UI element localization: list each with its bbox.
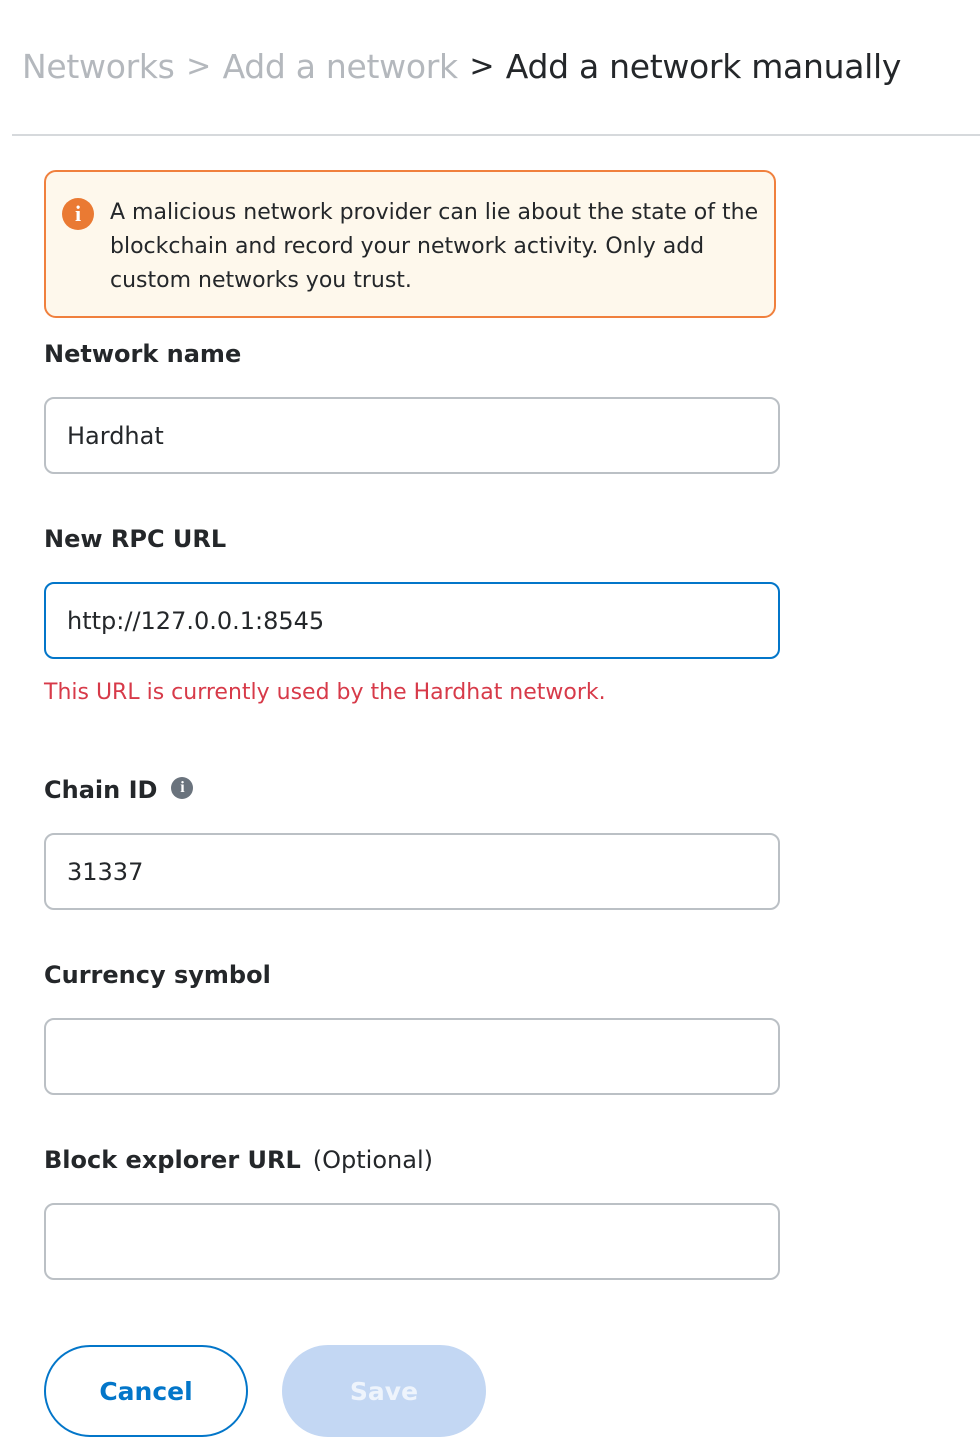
breadcrumb-networks[interactable]: Networks — [22, 47, 175, 86]
cancel-button[interactable]: Cancel — [44, 1345, 248, 1437]
network-name-input[interactable] — [44, 397, 780, 474]
chain-id-input[interactable] — [44, 833, 780, 910]
save-button[interactable]: Save — [282, 1345, 486, 1437]
info-icon[interactable]: i — [171, 777, 194, 799]
info-icon: i — [62, 198, 94, 230]
optional-label: (Optional) — [312, 1146, 433, 1174]
warning-text: A malicious network provider can lie abo… — [110, 200, 759, 293]
rpc-url-error: This URL is currently used by the Hardha… — [44, 680, 606, 705]
breadcrumb-add-network[interactable]: Add a network — [223, 47, 459, 86]
chain-id-label: Chain ID — [44, 776, 158, 804]
header-divider — [12, 134, 980, 136]
warning-banner: i A malicious network provider can lie a… — [44, 170, 776, 318]
rpc-url-input[interactable] — [44, 582, 780, 659]
block-explorer-label-row: Block explorer URL (Optional) — [44, 1146, 433, 1174]
breadcrumb-separator-icon: > — [469, 48, 495, 84]
page-title: Add a network manually — [505, 46, 902, 86]
currency-symbol-label: Currency symbol — [44, 961, 271, 989]
block-explorer-input[interactable] — [44, 1203, 780, 1280]
chain-id-label-row: Chain ID i — [44, 776, 194, 804]
breadcrumb: Networks > Add a network > Add a network… — [22, 38, 901, 94]
currency-symbol-input[interactable] — [44, 1018, 780, 1095]
rpc-url-label: New RPC URL — [44, 525, 227, 553]
block-explorer-label: Block explorer URL — [44, 1146, 301, 1174]
network-name-label: Network name — [44, 340, 242, 368]
breadcrumb-separator-icon: > — [186, 48, 211, 84]
